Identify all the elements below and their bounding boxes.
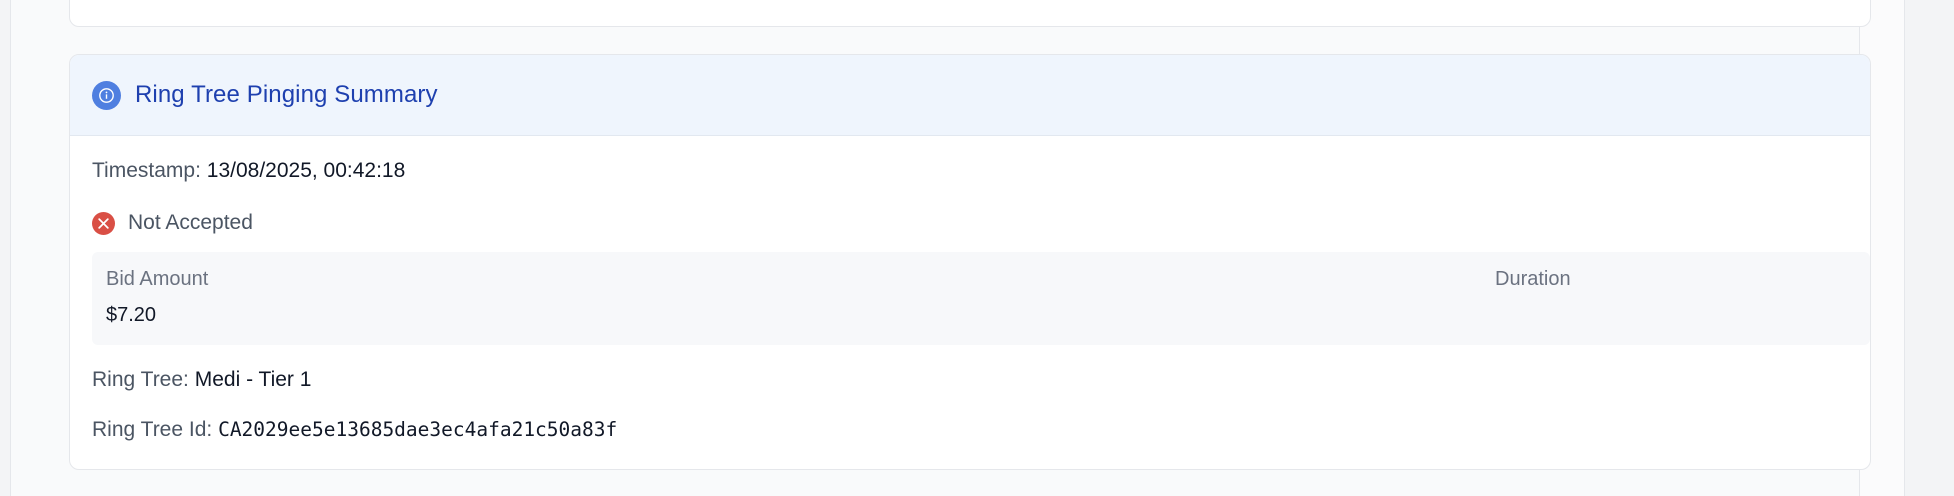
timestamp-row: Timestamp: 13/08/2025, 00:42:18 [92, 159, 405, 183]
ring-tree-row: Ring Tree: Medi - Tier 1 [92, 368, 311, 392]
ring-tree-id-label: Ring Tree Id: [92, 418, 213, 441]
x-circle-icon [92, 211, 115, 235]
ring-tree-value: Medi - Tier 1 [194, 368, 312, 391]
info-icon [92, 80, 121, 110]
ring-tree-summary-card: Ring Tree Pinging Summary Timestamp: 13/… [69, 54, 1871, 470]
right-gutter [1904, 0, 1954, 496]
bid-stats-box: Bid Amount $7.20 Duration [92, 252, 1870, 345]
timestamp-label: Timestamp: [92, 159, 201, 182]
left-gutter [0, 0, 11, 496]
bid-amount-value: $7.20 [106, 304, 157, 326]
card-title: Ring Tree Pinging Summary [135, 81, 438, 108]
timestamp-value: 13/08/2025, 00:42:18 [206, 159, 406, 182]
bid-amount-label: Bid Amount [106, 268, 209, 290]
duration-label: Duration [1495, 268, 1571, 290]
card-header: Ring Tree Pinging Summary [70, 55, 1870, 136]
status-row: Not Accepted [92, 211, 253, 235]
ring-tree-id-value: CA2029ee5e13685dae3ec4afa21c50a83f [218, 418, 618, 441]
status-badge: Not Accepted [128, 211, 253, 234]
ring-tree-id-row: Ring Tree Id: CA2029ee5e13685dae3ec4afa2… [92, 418, 617, 442]
previous-card [69, 0, 1871, 27]
ring-tree-label: Ring Tree: [92, 368, 189, 391]
